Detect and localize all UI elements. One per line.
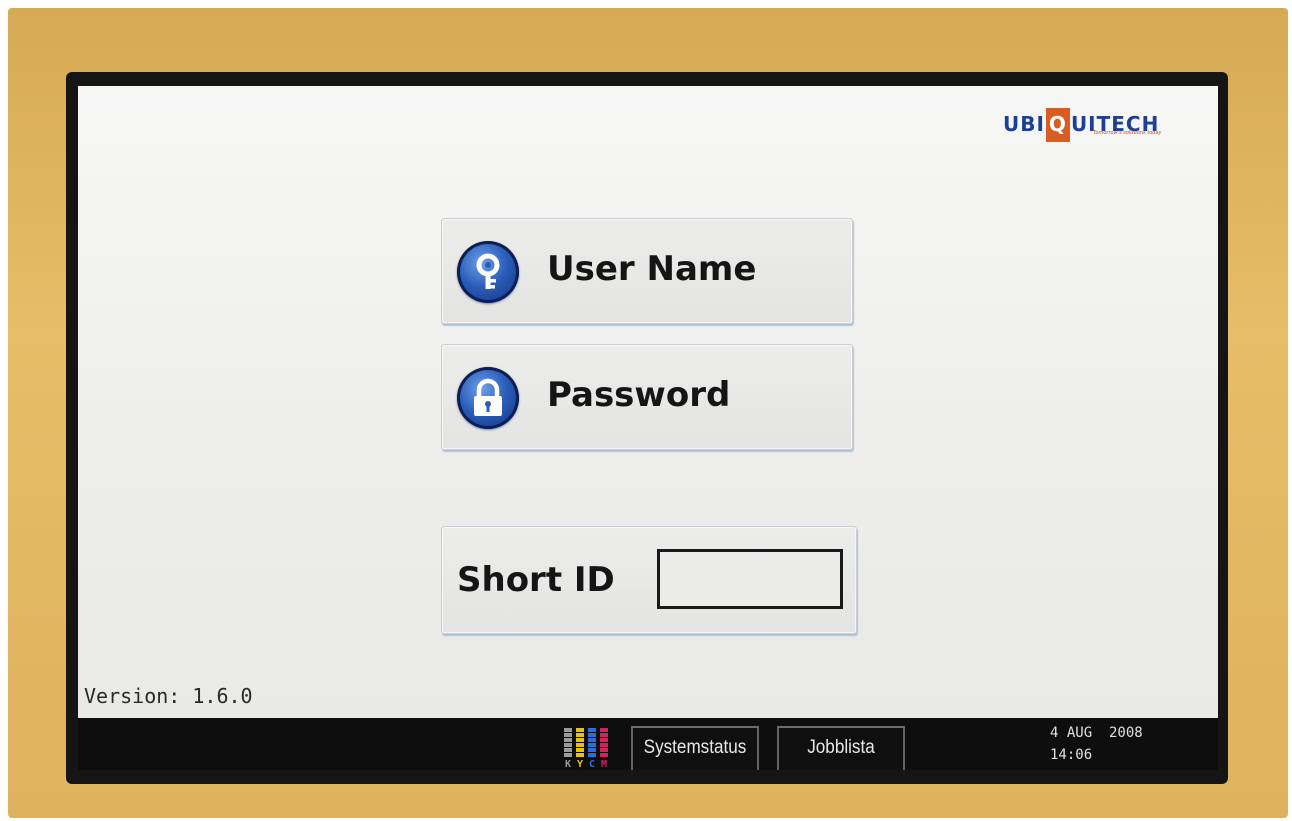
date-time-display: 4 AUG 2008 14:06 (1050, 722, 1143, 766)
toner-label-k: K (564, 759, 572, 770)
toner-label-c: C (588, 759, 596, 770)
padlock-icon (457, 367, 519, 429)
toner-label-m: M (600, 759, 608, 770)
short-id-input[interactable] (657, 549, 843, 609)
key-icon (457, 241, 519, 303)
user-name-label: User Name (547, 249, 757, 289)
touch-screen: UBI Q UITECH Tomorrow's solutions today Us… (78, 86, 1218, 718)
short-id-label: Short ID (457, 560, 615, 600)
taskbar: K Y C M Systemstatus Jobblista 4 AUG 200… (78, 718, 1218, 770)
logo-text-start: UBI (1003, 112, 1045, 136)
systemstatus-button[interactable]: Systemstatus (631, 726, 759, 770)
toner-bar-m (600, 728, 608, 758)
user-name-button[interactable]: User Name (441, 218, 853, 324)
date-text: 4 AUG 2008 (1050, 725, 1143, 741)
toner-bar-k (564, 728, 572, 758)
password-label: Password (547, 375, 731, 415)
toner-label-y: Y (576, 759, 584, 770)
toner-bar-c (588, 728, 596, 758)
toner-bar-y (576, 728, 584, 758)
logo-tagline: Tomorrow's solutions today (1093, 130, 1162, 136)
logo-q-box: Q (1045, 108, 1070, 142)
password-button[interactable]: Password (441, 344, 853, 450)
version-text: Version: 1.6.0 (84, 684, 253, 708)
toner-level-icon[interactable]: K Y C M (564, 726, 620, 770)
ubiquitech-logo: UBI Q UITECH Tomorrow's solutions today (1003, 104, 1198, 142)
jobblista-button[interactable]: Jobblista (777, 726, 905, 770)
short-id-button[interactable]: Short ID (441, 526, 857, 634)
time-text: 14:06 (1050, 747, 1093, 763)
logo-wordmark: UBI Q UITECH (1003, 108, 1159, 142)
